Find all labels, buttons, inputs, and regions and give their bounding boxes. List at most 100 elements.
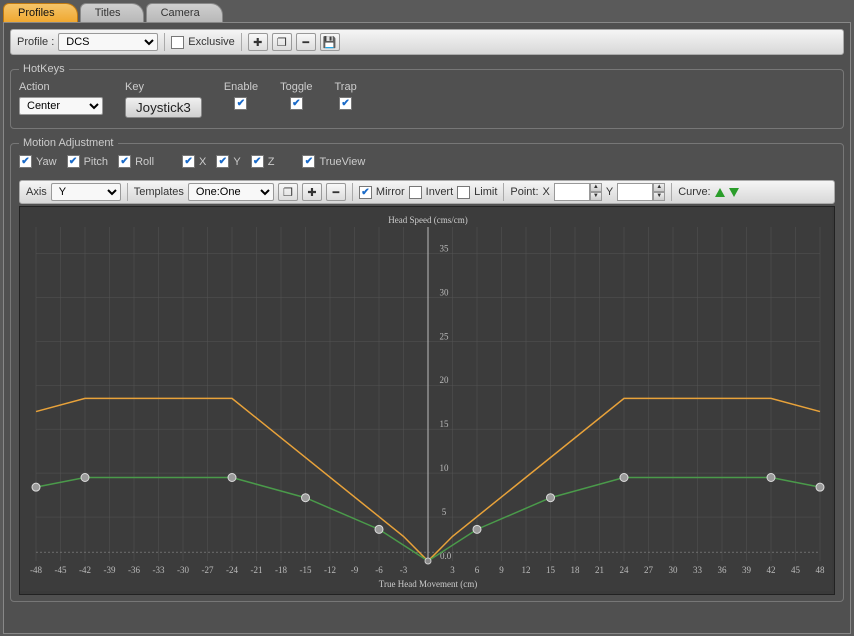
tab-profiles[interactable]: Profiles xyxy=(3,3,78,22)
axis-label: Axis xyxy=(26,186,47,198)
svg-text:12: 12 xyxy=(522,565,531,575)
copy-button[interactable]: ❐ xyxy=(272,33,292,51)
tab-titles[interactable]: Titles xyxy=(80,3,144,22)
svg-text:48: 48 xyxy=(816,565,826,575)
tab-camera[interactable]: Camera xyxy=(146,3,223,22)
separator xyxy=(164,33,165,51)
point-x-down[interactable]: ▼ xyxy=(590,192,602,201)
motion-legend: Motion Adjustment xyxy=(19,137,118,149)
svg-text:15: 15 xyxy=(546,565,556,575)
svg-text:10: 10 xyxy=(440,463,450,473)
remove-button[interactable]: ━ xyxy=(296,33,316,51)
svg-text:-6: -6 xyxy=(375,565,383,575)
z-label: Z xyxy=(268,156,275,168)
point-x-label: X xyxy=(543,186,550,198)
svg-text:-33: -33 xyxy=(153,565,165,575)
profile-label: Profile : xyxy=(17,36,54,48)
toggle-checkbox[interactable]: ✔ xyxy=(290,97,303,110)
action-select[interactable]: Center xyxy=(19,97,103,115)
action-header: Action xyxy=(19,81,103,93)
invert-label: Invert xyxy=(426,186,454,198)
toggle-header: Toggle xyxy=(280,81,312,93)
template-add-button[interactable]: ✚ xyxy=(302,183,322,201)
svg-text:30: 30 xyxy=(669,565,679,575)
template-save-button[interactable]: ❐ xyxy=(278,183,298,201)
svg-text:-48: -48 xyxy=(30,565,42,575)
curve-down-icon[interactable] xyxy=(729,188,739,197)
svg-text:24: 24 xyxy=(620,565,630,575)
separator xyxy=(241,33,242,51)
svg-text:-24: -24 xyxy=(226,565,238,575)
svg-text:-39: -39 xyxy=(104,565,116,575)
point-y-up[interactable]: ▲ xyxy=(653,183,665,192)
x-checkbox[interactable]: ✔ xyxy=(182,155,195,168)
trueview-checkbox[interactable]: ✔ xyxy=(302,155,315,168)
profiles-panel: Profile : DCS Exclusive ✚ ❐ ━ 💾 HotKeys … xyxy=(3,22,851,634)
svg-text:25: 25 xyxy=(440,331,450,341)
pitch-checkbox[interactable]: ✔ xyxy=(67,155,80,168)
point-y-input[interactable] xyxy=(617,183,653,201)
key-button[interactable]: Joystick3 xyxy=(125,97,202,118)
enable-checkbox[interactable]: ✔ xyxy=(234,97,247,110)
yaw-checkbox[interactable]: ✔ xyxy=(19,155,32,168)
curve-up-icon[interactable] xyxy=(715,188,725,197)
roll-label: Roll xyxy=(135,156,154,168)
axis-select[interactable]: Y xyxy=(51,183,121,201)
exclusive-label: Exclusive xyxy=(188,36,234,48)
point-y-label: Y xyxy=(606,186,613,198)
svg-text:6: 6 xyxy=(475,565,480,575)
svg-text:33: 33 xyxy=(693,565,703,575)
point-y-down[interactable]: ▼ xyxy=(653,192,665,201)
svg-text:20: 20 xyxy=(440,375,450,385)
roll-checkbox[interactable]: ✔ xyxy=(118,155,131,168)
trap-checkbox[interactable]: ✔ xyxy=(339,97,352,110)
svg-text:15: 15 xyxy=(440,419,450,429)
trueview-label: TrueView xyxy=(319,156,365,168)
limit-label: Limit xyxy=(474,186,497,198)
templates-select[interactable]: One:One xyxy=(188,183,274,201)
svg-text:-21: -21 xyxy=(251,565,263,575)
save-button[interactable]: 💾 xyxy=(320,33,340,51)
yaw-label: Yaw xyxy=(36,156,57,168)
svg-text:18: 18 xyxy=(571,565,581,575)
profile-toolbar: Profile : DCS Exclusive ✚ ❐ ━ 💾 xyxy=(10,29,844,55)
svg-text:-9: -9 xyxy=(351,565,359,575)
svg-text:-30: -30 xyxy=(177,565,189,575)
svg-text:35: 35 xyxy=(440,243,450,253)
svg-text:27: 27 xyxy=(644,565,654,575)
svg-text:21: 21 xyxy=(595,565,604,575)
hotkeys-group: HotKeys Action Center Key Joystick3 Enab… xyxy=(10,63,844,129)
svg-text:30: 30 xyxy=(440,287,450,297)
svg-text:36: 36 xyxy=(718,565,728,575)
enable-header: Enable xyxy=(224,81,258,93)
chart-toolbar: Axis Y Templates One:One ❐ ✚ ━ ✔ Mirror … xyxy=(19,180,835,204)
svg-text:-12: -12 xyxy=(324,565,336,575)
svg-text:39: 39 xyxy=(742,565,752,575)
svg-text:-27: -27 xyxy=(202,565,214,575)
template-remove-button[interactable]: ━ xyxy=(326,183,346,201)
point-label: Point: xyxy=(510,186,538,198)
curve-label: Curve: xyxy=(678,186,710,198)
profile-select[interactable]: DCS xyxy=(58,33,158,51)
invert-checkbox[interactable] xyxy=(409,186,422,199)
point-x-up[interactable]: ▲ xyxy=(590,183,602,192)
mirror-checkbox[interactable]: ✔ xyxy=(359,186,372,199)
tab-bar: Profiles Titles Camera xyxy=(0,0,854,22)
key-header: Key xyxy=(125,81,202,93)
hotkeys-legend: HotKeys xyxy=(19,63,69,75)
svg-text:-15: -15 xyxy=(300,565,312,575)
svg-text:True Head Movement (cm): True Head Movement (cm) xyxy=(379,579,477,589)
point-x-input[interactable] xyxy=(554,183,590,201)
svg-text:-3: -3 xyxy=(400,565,408,575)
limit-checkbox[interactable] xyxy=(457,186,470,199)
svg-text:-36: -36 xyxy=(128,565,140,575)
svg-text:45: 45 xyxy=(791,565,801,575)
trap-header: Trap xyxy=(335,81,357,93)
motion-adjustment-group: Motion Adjustment ✔Yaw ✔Pitch ✔Roll ✔X ✔… xyxy=(10,137,844,602)
z-checkbox[interactable]: ✔ xyxy=(251,155,264,168)
chart-area[interactable]: -48-45-42-39-36-33-30-27-24-21-18-15-12-… xyxy=(19,206,835,595)
svg-text:-42: -42 xyxy=(79,565,91,575)
exclusive-checkbox[interactable] xyxy=(171,36,184,49)
y-checkbox[interactable]: ✔ xyxy=(216,155,229,168)
add-button[interactable]: ✚ xyxy=(248,33,268,51)
